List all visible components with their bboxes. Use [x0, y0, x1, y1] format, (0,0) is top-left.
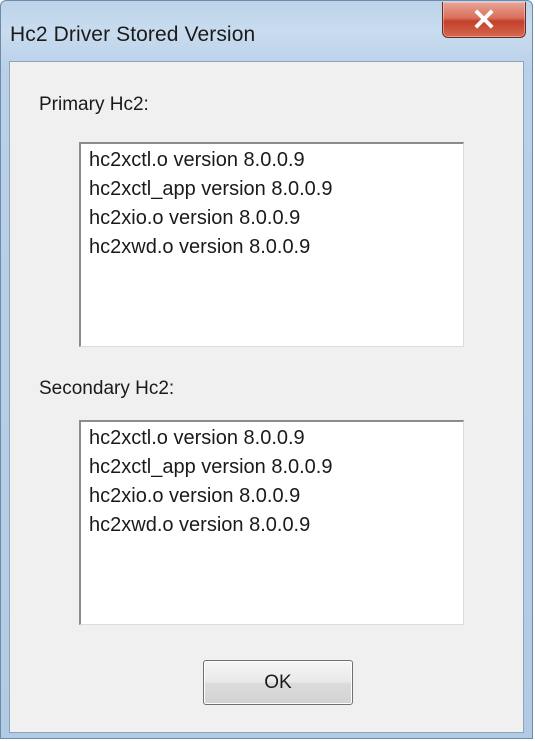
list-item[interactable]: hc2xctl_app version 8.0.0.9	[89, 175, 455, 204]
list-item[interactable]: hc2xwd.o version 8.0.0.9	[89, 233, 455, 262]
dialog-client-area: Primary Hc2: hc2xctl.o version 8.0.0.9 h…	[9, 61, 524, 733]
window-title: Hc2 Driver Stored Version	[10, 23, 256, 46]
secondary-label: Secondary Hc2:	[39, 378, 175, 399]
close-icon	[474, 9, 494, 29]
list-item[interactable]: hc2xwd.o version 8.0.0.9	[89, 511, 455, 540]
close-button[interactable]	[442, 2, 526, 38]
secondary-listbox[interactable]: hc2xctl.o version 8.0.0.9 hc2xctl_app ve…	[79, 420, 464, 625]
list-item[interactable]: hc2xctl.o version 8.0.0.9	[89, 146, 455, 175]
title-bar[interactable]: Hc2 Driver Stored Version	[1, 1, 532, 61]
list-item[interactable]: hc2xctl_app version 8.0.0.9	[89, 453, 455, 482]
primary-label: Primary Hc2:	[39, 94, 149, 115]
primary-listbox[interactable]: hc2xctl.o version 8.0.0.9 hc2xctl_app ve…	[79, 142, 464, 347]
ok-button[interactable]: OK	[203, 660, 353, 705]
list-item[interactable]: hc2xctl.o version 8.0.0.9	[89, 424, 455, 453]
dialog-window: Hc2 Driver Stored Version Primary Hc2: h…	[0, 0, 533, 739]
list-item[interactable]: hc2xio.o version 8.0.0.9	[89, 204, 455, 233]
list-item[interactable]: hc2xio.o version 8.0.0.9	[89, 482, 455, 511]
